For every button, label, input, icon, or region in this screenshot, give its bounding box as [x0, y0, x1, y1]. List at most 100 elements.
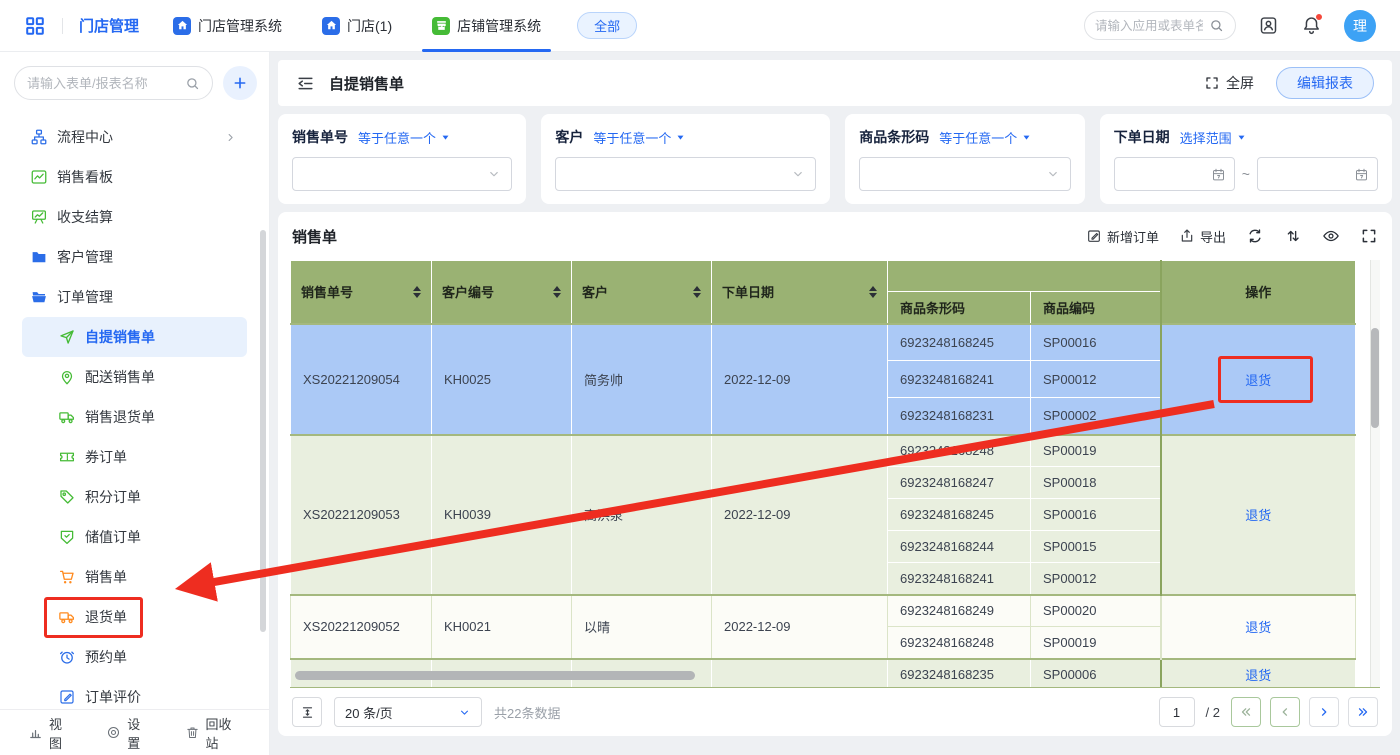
- sidebar-search[interactable]: [14, 66, 213, 100]
- filter-select[interactable]: [859, 157, 1070, 191]
- last-page-button[interactable]: [1348, 697, 1378, 727]
- cell-product-code: SP00012: [1031, 563, 1161, 595]
- topbar-right: 理: [1084, 10, 1376, 42]
- sidebar-item-4[interactable]: 订单管理: [0, 277, 269, 317]
- global-search[interactable]: [1084, 11, 1236, 40]
- column-header-2[interactable]: 客户: [572, 261, 712, 324]
- cell-customer-no: KH0039: [432, 435, 572, 595]
- filter-operator[interactable]: 等于任意一个: [358, 128, 451, 147]
- cell-barcode: 6923248168241: [888, 361, 1031, 398]
- prev-page-button[interactable]: [1270, 697, 1300, 727]
- next-page-button[interactable]: [1309, 697, 1339, 727]
- sidebar-scrollbar[interactable]: [260, 230, 266, 632]
- notification-dot: [1315, 13, 1323, 21]
- send-icon: [58, 328, 76, 346]
- table-fullscreen-icon[interactable]: [1360, 227, 1378, 245]
- sidebar-item-label: 销售看板: [57, 167, 113, 187]
- app-tab-2[interactable]: 店铺管理系统: [432, 0, 541, 52]
- first-page-button[interactable]: [1231, 697, 1261, 727]
- column-header-3[interactable]: 下单日期: [712, 261, 888, 324]
- filter-select[interactable]: [555, 157, 816, 191]
- filter-operator[interactable]: 等于任意一个: [593, 128, 686, 147]
- visibility-icon[interactable]: [1322, 227, 1340, 245]
- table-viewport: 销售单号客户编号客户下单日期操作商品条形码商品编码 XS20221209054K…: [290, 260, 1380, 688]
- edit-report-button[interactable]: 编辑报表: [1276, 67, 1374, 99]
- date-end-input[interactable]: [1257, 157, 1378, 191]
- filter-card-2: 商品条形码等于任意一个: [845, 114, 1084, 204]
- filter-label: 商品条形码: [859, 127, 929, 147]
- cell-order-date: 2022-12-09: [712, 435, 888, 595]
- cell-product-code: SP00020: [1031, 595, 1161, 627]
- sort-icon[interactable]: [1284, 227, 1302, 245]
- sidebar-item-6[interactable]: 配送销售单: [0, 357, 269, 397]
- angle-left-icon: [1278, 705, 1292, 719]
- app-tab-0[interactable]: 门店管理系统: [173, 0, 282, 52]
- sub-column-header-0[interactable]: 商品条形码: [888, 292, 1031, 324]
- sidebar-search-input[interactable]: [27, 76, 167, 91]
- refresh-icon[interactable]: [1246, 227, 1264, 245]
- workspace-title[interactable]: 门店管理: [79, 15, 139, 36]
- fullscreen-button[interactable]: 全屏: [1204, 73, 1254, 93]
- add-order-button[interactable]: 新增订单: [1086, 227, 1159, 246]
- sales-table-card: 销售单 新增订单 导出: [278, 212, 1392, 736]
- sidebar-item-7[interactable]: 销售退货单: [0, 397, 269, 437]
- bell-icon[interactable]: [1301, 15, 1322, 36]
- vertical-scrollbar-thumb[interactable]: [1371, 328, 1379, 428]
- sales-table: 销售单号客户编号客户下单日期操作商品条形码商品编码 XS20221209054K…: [290, 260, 1356, 688]
- page-number-input[interactable]: [1159, 697, 1195, 727]
- pin-icon: [58, 368, 76, 386]
- sidebar-item-11[interactable]: 销售单: [0, 557, 269, 597]
- sidebar-footer-2[interactable]: 回收站: [185, 714, 241, 752]
- return-goods-link[interactable]: 退货: [1245, 668, 1271, 683]
- global-search-input[interactable]: [1095, 19, 1203, 33]
- sidebar-item-5[interactable]: 自提销售单: [22, 317, 247, 357]
- return-goods-link[interactable]: 退货: [1245, 620, 1271, 635]
- compose-icon: [1086, 228, 1102, 244]
- sub-column-header-1[interactable]: 商品编码: [1031, 292, 1161, 324]
- gear-icon: [106, 725, 121, 740]
- cell-barcode: 6923248168235: [888, 659, 1031, 689]
- sidebar: 流程中心销售看板收支结算客户管理订单管理自提销售单配送销售单销售退货单券订单积分…: [0, 52, 270, 755]
- cell-order-no: XS20221209053: [291, 435, 432, 595]
- tag-icon: [58, 488, 76, 506]
- sort-caret-icon[interactable]: [869, 286, 877, 298]
- export-button[interactable]: 导出: [1179, 227, 1226, 246]
- sidebar-item-8[interactable]: 券订单: [0, 437, 269, 477]
- horizontal-scrollbar-thumb[interactable]: [295, 671, 695, 680]
- sidebar-footer-1[interactable]: 设置: [106, 714, 150, 752]
- sidebar-item-0[interactable]: 流程中心: [0, 117, 269, 157]
- column-header-1[interactable]: 客户编号: [432, 261, 572, 324]
- filter-operator[interactable]: 选择范围: [1180, 128, 1247, 147]
- add-form-button[interactable]: [223, 66, 257, 100]
- sidebar-item-2[interactable]: 收支结算: [0, 197, 269, 237]
- row-height-button[interactable]: [292, 697, 322, 727]
- sort-caret-icon[interactable]: [413, 286, 421, 298]
- sidebar-item-13[interactable]: 预约单: [0, 637, 269, 677]
- avatar[interactable]: 理: [1344, 10, 1376, 42]
- table-row: XS20221209052KH0021以晴2022-12-09692324816…: [291, 595, 1356, 627]
- vertical-scrollbar-track[interactable]: [1370, 260, 1380, 687]
- filter-card-3: 下单日期选择范围~: [1100, 114, 1392, 204]
- sidebar-footer-0[interactable]: 视图: [28, 714, 72, 752]
- filter-operator[interactable]: 等于任意一个: [939, 128, 1032, 147]
- sidebar-item-9[interactable]: 积分订单: [0, 477, 269, 517]
- sort-caret-icon[interactable]: [693, 286, 701, 298]
- all-apps-button[interactable]: 全部: [577, 12, 637, 39]
- app-tab-1[interactable]: 门店(1): [322, 0, 392, 52]
- collapse-sidebar-icon[interactable]: [296, 74, 315, 93]
- return-goods-link[interactable]: 退货: [1245, 508, 1271, 523]
- app-grid-icon[interactable]: [24, 15, 46, 37]
- page-size-select[interactable]: 20 条/页: [334, 697, 482, 727]
- contacts-icon[interactable]: [1258, 15, 1279, 36]
- return-goods-link[interactable]: 退货: [1245, 373, 1271, 388]
- column-header-0[interactable]: 销售单号: [291, 261, 432, 324]
- date-start-input[interactable]: [1114, 157, 1235, 191]
- sidebar-item-3[interactable]: 客户管理: [0, 237, 269, 277]
- sidebar-item-1[interactable]: 销售看板: [0, 157, 269, 197]
- sidebar-item-12[interactable]: 退货单: [0, 597, 269, 637]
- filter-select[interactable]: [292, 157, 512, 191]
- cell-order-date: 2022-12-09: [712, 595, 888, 659]
- sidebar-item-10[interactable]: 储值订单: [0, 517, 269, 557]
- sort-caret-icon[interactable]: [553, 286, 561, 298]
- cell-product-code: SP00012: [1031, 361, 1161, 398]
